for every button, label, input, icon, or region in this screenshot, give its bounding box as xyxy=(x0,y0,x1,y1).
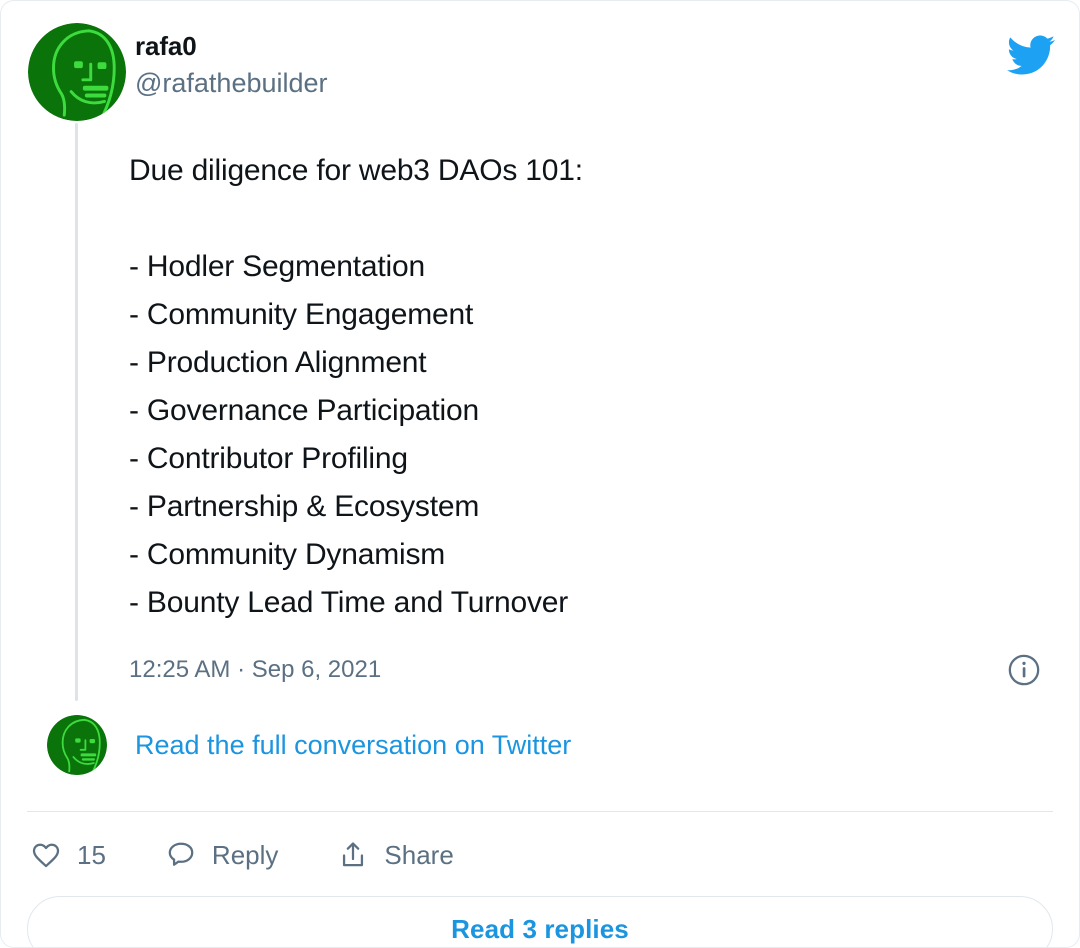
like-count: 15 xyxy=(77,840,106,870)
conversation-avatar-column xyxy=(25,715,129,775)
twitter-bird-icon[interactable] xyxy=(1007,31,1055,79)
tweet-actions-bar: 15 Reply Share xyxy=(25,838,1055,872)
author-avatar-column xyxy=(25,23,129,121)
npc-face-avatar[interactable] xyxy=(47,715,107,775)
read-replies-label: Read 3 replies xyxy=(451,913,629,944)
actions-divider xyxy=(27,811,1053,812)
share-label: Share xyxy=(384,840,454,870)
thread-connector-line xyxy=(75,123,78,701)
speech-bubble-icon xyxy=(164,838,198,872)
author-display-name[interactable]: rafa0 xyxy=(135,31,1055,62)
conversation-row[interactable]: Read the full conversation on Twitter xyxy=(25,715,1055,775)
tweet-meta-row: 12:25 AM · Sep 6, 2021 xyxy=(129,653,1045,687)
author-handle[interactable]: @rafathebuilder xyxy=(135,66,1055,101)
share-upload-icon xyxy=(336,838,370,872)
tweet-text: Due diligence for web3 DAOs 101: - Hodle… xyxy=(129,154,583,619)
info-circle-icon[interactable] xyxy=(1007,653,1041,687)
tweet-header: rafa0 @rafathebuilder xyxy=(25,23,1055,121)
read-full-conversation-link[interactable]: Read the full conversation on Twitter xyxy=(129,729,571,761)
author-identity: rafa0 @rafathebuilder xyxy=(129,23,1055,101)
reply-label: Reply xyxy=(211,840,279,870)
share-button[interactable]: Share xyxy=(336,838,454,872)
heart-icon xyxy=(29,838,63,872)
read-replies-button[interactable]: Read 3 replies xyxy=(27,896,1053,947)
tweet-body: Due diligence for web3 DAOs 101: - Hodle… xyxy=(129,147,1055,687)
npc-face-avatar[interactable] xyxy=(28,23,126,121)
reply-button[interactable]: Reply xyxy=(164,838,278,872)
tweet-timestamp[interactable]: 12:25 AM · Sep 6, 2021 xyxy=(129,656,381,685)
like-button[interactable]: 15 xyxy=(29,838,106,872)
tweet-embed-card: rafa0 @rafathebuilder Due diligence for … xyxy=(0,0,1080,948)
